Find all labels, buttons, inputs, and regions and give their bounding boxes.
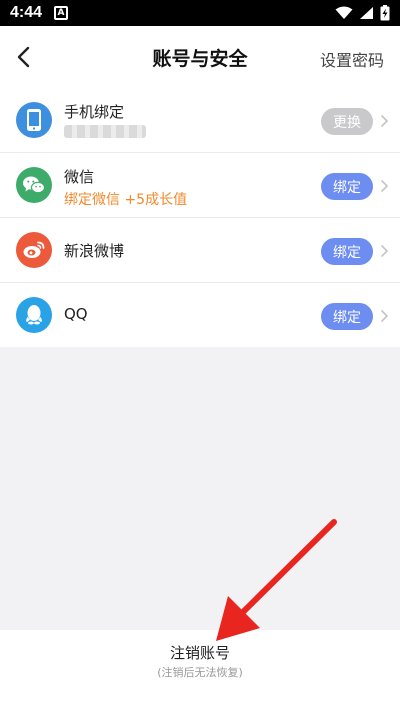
- row-title: QQ: [64, 305, 88, 323]
- list-item-weibo[interactable]: 新浪微博 绑定: [0, 218, 400, 283]
- chevron-right-icon: [380, 114, 389, 128]
- phone-icon: [16, 102, 52, 138]
- wifi-icon: [335, 6, 353, 19]
- cancel-account-section[interactable]: 注销账号 (注销后无法恢复): [0, 630, 400, 710]
- row-title: 新浪微博: [64, 242, 125, 260]
- battery-charging-icon: [380, 5, 390, 21]
- change-phone-button[interactable]: 更换: [321, 108, 373, 135]
- account-binding-list: 手机绑定 更换 微信 绑定微信 +5成长值 绑定 新浪微博 绑定 QQ 绑定: [0, 88, 400, 347]
- cancel-account-note: (注销后无法恢复): [157, 666, 243, 679]
- masked-phone-number: [64, 125, 146, 138]
- signal-icon: [360, 7, 373, 19]
- chevron-right-icon: [380, 244, 389, 258]
- bind-wechat-button[interactable]: 绑定: [321, 173, 373, 200]
- chevron-right-icon: [380, 309, 389, 323]
- bind-weibo-button[interactable]: 绑定: [321, 238, 373, 265]
- set-password-button[interactable]: 设置密码: [320, 47, 384, 71]
- wechat-icon: [16, 167, 52, 203]
- nav-bar: 账号与安全 设置密码: [0, 26, 400, 88]
- bind-qq-button[interactable]: 绑定: [321, 303, 373, 330]
- list-item-qq[interactable]: QQ 绑定: [0, 283, 400, 347]
- list-item-wechat[interactable]: 微信 绑定微信 +5成长值 绑定: [0, 153, 400, 218]
- row-title: 手机绑定: [64, 103, 125, 121]
- chevron-right-icon: [380, 179, 389, 193]
- qq-icon: [16, 297, 52, 333]
- list-item-phone[interactable]: 手机绑定 更换: [0, 88, 400, 153]
- weibo-icon: [16, 232, 52, 268]
- status-time: 4:44: [10, 4, 43, 21]
- notification-icon: A: [54, 6, 69, 20]
- status-icons: [335, 5, 390, 21]
- status-bar: 4:44 A: [0, 0, 400, 26]
- row-title: 微信: [64, 168, 95, 186]
- reward-hint: 绑定微信 +5成长值: [64, 192, 188, 208]
- cancel-account-button[interactable]: 注销账号: [0, 642, 400, 663]
